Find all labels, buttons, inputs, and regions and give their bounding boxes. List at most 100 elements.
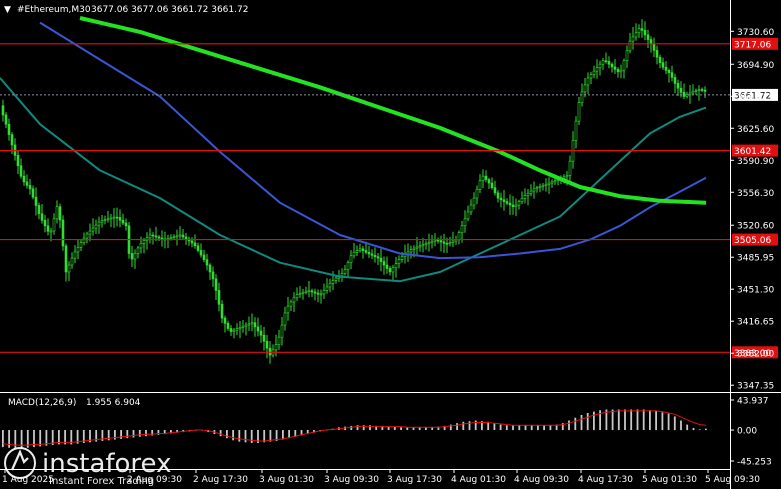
price-tick-label: 3382.00 [737, 350, 774, 360]
candle-body [628, 40, 632, 52]
logo-icon-mark [10, 449, 29, 471]
candle-body [157, 236, 161, 239]
candle-body [175, 235, 179, 238]
candle-body [235, 328, 239, 331]
macd-values: 1.955 6.904 [86, 398, 141, 408]
chart-canvas[interactable]: 3717.063601.423505.063383.003661.723730.… [0, 0, 781, 489]
macd-histogram-bar [362, 425, 365, 431]
candle-body [49, 230, 53, 233]
candle-body [61, 219, 65, 247]
candle-body [352, 252, 356, 257]
macd-histogram-bar [574, 417, 577, 430]
macd-histogram-bar [667, 413, 670, 430]
macd-histogram-bar [126, 430, 129, 439]
candle-body [451, 240, 455, 243]
candle-body [70, 257, 74, 266]
candle-body [667, 70, 671, 73]
candle-body [646, 34, 650, 40]
candle-body [460, 225, 464, 234]
candle-body [586, 77, 590, 86]
candle-body [181, 234, 185, 238]
candle-body [46, 225, 50, 232]
time-tick-label: 2 Aug 17:30 [193, 475, 248, 485]
candle-body [673, 77, 677, 84]
macd-histogram-bar [698, 429, 701, 431]
macd-histogram-bar [20, 430, 23, 449]
candle-body [400, 256, 404, 260]
candle-body [679, 87, 683, 93]
macd-histogram-bar [350, 425, 353, 430]
candle-body [64, 245, 68, 273]
macd-label: MACD(12,26,9) [8, 398, 76, 408]
candle-body [634, 32, 638, 38]
candle-body [580, 91, 584, 103]
candle-body [82, 237, 86, 244]
candle-body [256, 326, 260, 332]
candle-body [418, 245, 422, 248]
candle-body [10, 134, 14, 146]
candle-body [604, 60, 608, 63]
candle-body [55, 206, 59, 220]
candle-body [427, 242, 431, 244]
candle-body [502, 199, 506, 202]
header-arrow[interactable]: ▼ [4, 5, 11, 15]
candle-body [448, 242, 452, 245]
macd-histogram-bar [393, 426, 396, 430]
candle-body [4, 114, 8, 125]
symbol-label: #Ethereum,M30 [17, 5, 91, 15]
candle-body [364, 250, 368, 253]
macd-histogram-bar [530, 425, 533, 431]
candle-body [397, 259, 401, 264]
time-tick-label: 4 Aug 09:30 [514, 475, 569, 485]
candle-body [487, 179, 491, 184]
candle-body [286, 305, 290, 314]
macd-histogram-bar [250, 430, 253, 443]
candle-body [274, 344, 278, 351]
macd-histogram-bar [661, 412, 664, 431]
candle-body [325, 286, 329, 291]
candle-body [40, 213, 44, 221]
candle-body [349, 255, 353, 264]
candle-body [298, 293, 302, 295]
candle-body [178, 234, 182, 237]
macd-histogram-bar [636, 409, 639, 430]
macd-histogram-bar [543, 425, 545, 431]
candle-body [625, 50, 629, 61]
candle-body [652, 43, 656, 51]
candle-body [67, 264, 71, 273]
candle-body [676, 83, 680, 89]
candle-body [31, 188, 35, 198]
candle-body [478, 180, 482, 190]
candle-body [100, 220, 104, 223]
candle-body [220, 303, 224, 319]
candle-body [415, 246, 419, 249]
candle-body [148, 234, 152, 239]
candle-body [91, 227, 95, 232]
candle-body [544, 183, 548, 186]
moving-average-1 [0, 77, 707, 283]
macd-histogram-bar [512, 425, 514, 431]
candle-body [463, 218, 467, 227]
candle-body [142, 240, 146, 244]
candle-body [7, 123, 11, 135]
candle-body [94, 224, 98, 229]
candle-body [550, 181, 554, 184]
price-tick-label: 3730.60 [737, 28, 774, 38]
candle-body [112, 216, 116, 219]
macd-histogram-bar [568, 420, 570, 431]
macd-histogram-bar [120, 430, 122, 439]
candle-body [16, 155, 20, 167]
candle-body [619, 69, 623, 73]
candle-body [520, 198, 524, 203]
candle-body [361, 248, 365, 251]
macd-histogram-bar [705, 428, 707, 431]
candle-body [25, 181, 29, 186]
macd-histogram-bar [132, 430, 135, 438]
candle-body [247, 323, 251, 326]
candle-body [307, 290, 311, 293]
candle-body [139, 243, 143, 249]
candle-body [88, 230, 92, 235]
macd-histogram-bar [518, 425, 521, 431]
price-tick-label: 3520.60 [737, 222, 774, 232]
candle-body [334, 277, 338, 281]
